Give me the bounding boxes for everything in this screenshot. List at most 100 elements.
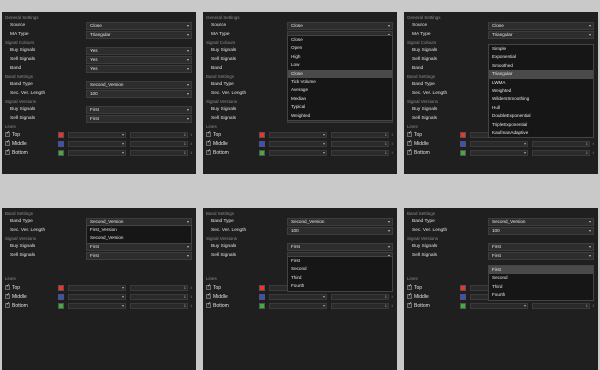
checkbox-icon[interactable]: ✓ [407, 148, 412, 156]
sell-signals-select[interactable]: Yes ▾ [86, 56, 192, 64]
line-style-slider[interactable]: ▾ [470, 303, 528, 309]
line-style-slider[interactable]: ▾ [269, 150, 327, 156]
sell-signals-v-select[interactable]: First ▾ [86, 115, 192, 123]
dropdown-option[interactable]: Smoothed [489, 62, 593, 70]
line-checkbox-middle[interactable]: ✓ Middle [206, 139, 228, 148]
color-swatch-top[interactable] [460, 285, 466, 291]
dropdown-option[interactable]: Second [489, 274, 593, 282]
dropdown-option[interactable]: Simple [489, 45, 593, 53]
dropdown-option[interactable]: First [288, 257, 392, 265]
dropdown-option[interactable]: Typical [288, 103, 392, 111]
line-checkbox-middle[interactable]: ✓ Middle [5, 292, 27, 301]
dropdown-option[interactable]: Close [288, 36, 392, 44]
line-checkbox-bottom[interactable]: ✓ Bottom [206, 301, 229, 310]
dropdown-option[interactable]: DoubleExponential [489, 112, 593, 120]
checkbox-icon[interactable]: ✓ [407, 283, 412, 291]
line-style-slider[interactable]: ▾ [269, 141, 327, 147]
dropdown-option[interactable]: Third [489, 283, 593, 291]
color-swatch-top[interactable] [58, 285, 64, 291]
checkbox-icon[interactable]: ✓ [206, 283, 211, 291]
line-style-slider[interactable]: ▾ [269, 132, 327, 138]
spin-icon[interactable]: ↕ [190, 303, 192, 309]
dropdown-option[interactable]: Exponential [489, 53, 593, 61]
color-swatch-top[interactable] [58, 132, 64, 138]
color-swatch-bottom[interactable] [460, 303, 466, 309]
checkbox-icon[interactable]: ✓ [206, 148, 211, 156]
band-type-select[interactable]: Second_Version ▾ [86, 81, 192, 89]
color-swatch-bottom[interactable] [259, 303, 265, 309]
checkbox-icon[interactable]: ✓ [5, 130, 10, 138]
spin-icon[interactable]: ↕ [190, 285, 192, 291]
dropdown-option[interactable]: WildersSmoothing [489, 95, 593, 103]
spin-icon[interactable]: ↕ [391, 150, 393, 156]
sell-signals-v-select[interactable]: First ▾ [86, 252, 192, 260]
band-select[interactable]: Yes ▾ [86, 65, 192, 73]
line-style-slider[interactable]: ▾ [68, 303, 126, 309]
checkbox-icon[interactable]: ✓ [5, 292, 10, 300]
spin-icon[interactable]: ↕ [190, 294, 192, 300]
dropdown-option[interactable]: First [489, 266, 593, 275]
line-checkbox-top[interactable]: ✓ Top [407, 130, 422, 139]
line-width-slider[interactable]: 1 [331, 150, 389, 156]
color-swatch-middle[interactable] [259, 141, 265, 147]
buy-signals-v-select[interactable]: First ▾ [287, 243, 393, 251]
line-width-slider[interactable]: 1 [130, 132, 188, 138]
line-width-slider[interactable]: 1 [130, 150, 188, 156]
buy-signals-v-select[interactable]: First ▾ [488, 243, 594, 251]
line-checkbox-top[interactable]: ✓ Top [206, 130, 221, 139]
checkbox-icon[interactable]: ✓ [206, 292, 211, 300]
line-checkbox-top[interactable]: ✓ Top [5, 283, 20, 292]
line-style-slider[interactable]: ▾ [68, 150, 126, 156]
line-checkbox-middle[interactable]: ✓ Middle [5, 139, 27, 148]
line-checkbox-middle[interactable]: ✓ Middle [407, 139, 429, 148]
dropdown-option[interactable]: TripleExponential [489, 121, 593, 129]
line-style-slider[interactable]: ▾ [68, 132, 126, 138]
buy-signals-v-select[interactable]: First ▾ [86, 106, 192, 114]
line-checkbox-top[interactable]: ✓ Top [206, 283, 221, 292]
checkbox-icon[interactable]: ✓ [206, 139, 211, 147]
spin-icon[interactable]: ↕ [190, 150, 192, 156]
color-swatch-top[interactable] [259, 132, 265, 138]
line-width-slider[interactable]: 1 [130, 294, 188, 300]
dropdown-list[interactable]: First Second Third Fourth [488, 265, 594, 301]
dropdown-option[interactable]: Tick Volume [288, 78, 392, 86]
dropdown-option[interactable]: KaufmanAdaptive [489, 129, 593, 137]
spin-icon[interactable]: ↕ [391, 294, 393, 300]
dropdown-option[interactable]: Low [288, 61, 392, 69]
dropdown-option[interactable]: Close [288, 69, 392, 78]
line-width-slider[interactable]: 1 [331, 303, 389, 309]
line-checkbox-middle[interactable]: ✓ Middle [206, 292, 228, 301]
dropdown-option[interactable]: Weighted [288, 112, 392, 120]
dropdown-option[interactable]: Open [288, 44, 392, 52]
dropdown-list[interactable]: Close Open High Low Close Tick Volume Average M… [287, 35, 393, 121]
dropdown-option[interactable]: LWMA [489, 79, 593, 87]
line-width-slider[interactable]: 1 [130, 303, 188, 309]
line-width-slider[interactable]: 1 [532, 303, 590, 309]
color-swatch-middle[interactable] [259, 294, 265, 300]
line-checkbox-top[interactable]: ✓ Top [407, 283, 422, 292]
line-checkbox-bottom[interactable]: ✓ Bottom [5, 301, 28, 310]
line-checkbox-top[interactable]: ✓ Top [5, 130, 20, 139]
color-swatch-middle[interactable] [58, 141, 64, 147]
checkbox-icon[interactable]: ✓ [407, 301, 412, 309]
checkbox-icon[interactable]: ✓ [407, 130, 412, 138]
sec-ver-length-select[interactable]: 100 ▾ [488, 227, 594, 235]
sec-ver-length-select[interactable]: 100 ▾ [86, 90, 192, 98]
line-style-slider[interactable]: ▾ [269, 294, 327, 300]
source-select[interactable]: Close ▾ [287, 22, 393, 30]
dropdown-option[interactable]: Fourth [489, 291, 593, 299]
line-style-slider[interactable]: ▾ [68, 141, 126, 147]
sell-signals-v-select[interactable]: First ▾ [488, 252, 594, 260]
dropdown-option[interactable]: Second [288, 265, 392, 273]
color-swatch-bottom[interactable] [259, 150, 265, 156]
spin-icon[interactable]: ↕ [391, 303, 393, 309]
spin-icon[interactable]: ↕ [592, 141, 594, 147]
ma-type-select[interactable]: Triangular ▾ [86, 31, 192, 39]
line-style-slider[interactable]: ▾ [68, 294, 126, 300]
spin-icon[interactable]: ↕ [190, 132, 192, 138]
dropdown-option[interactable]: Hull [489, 104, 593, 112]
color-swatch-bottom[interactable] [460, 150, 466, 156]
line-checkbox-bottom[interactable]: ✓ Bottom [206, 148, 229, 157]
dropdown-option[interactable]: First_Version [87, 226, 191, 234]
spin-icon[interactable]: ↕ [190, 141, 192, 147]
